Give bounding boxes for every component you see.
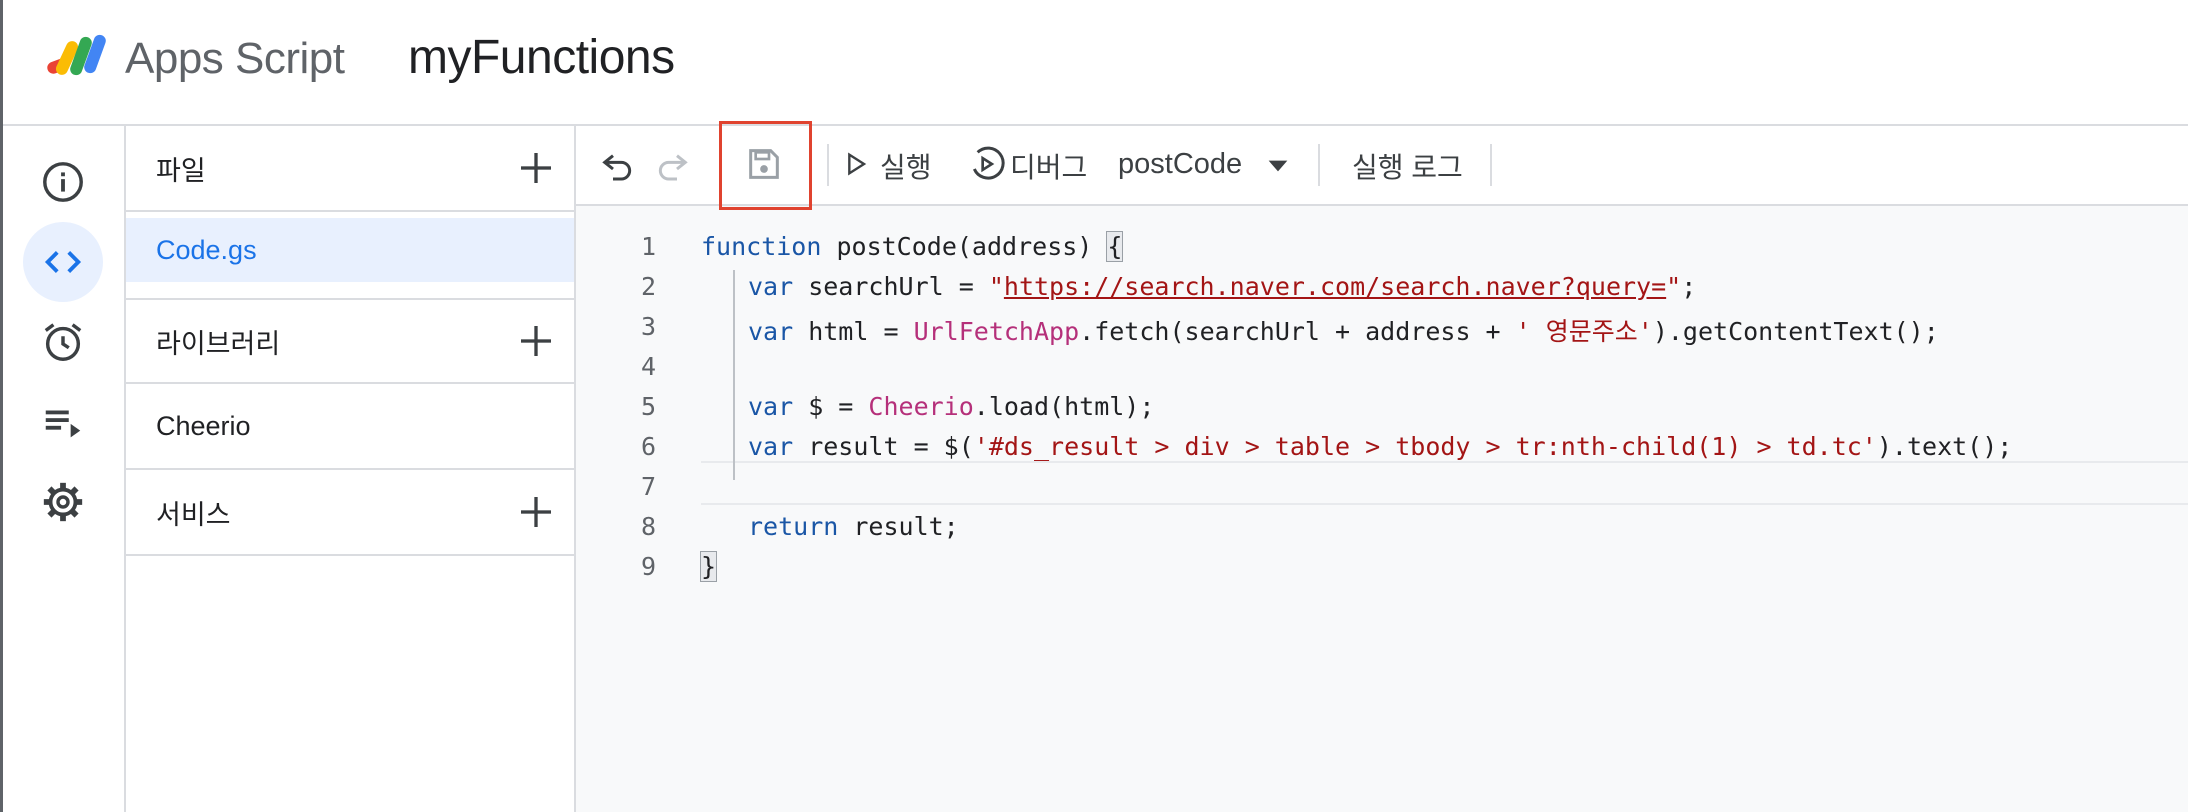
app-header: Apps Script myFunctions xyxy=(3,0,2188,126)
code-token: var xyxy=(748,317,794,346)
toolbar-divider xyxy=(1318,144,1320,186)
code-token: var xyxy=(748,392,794,421)
line-number: 1 xyxy=(640,232,656,261)
dropdown-arrow-icon[interactable] xyxy=(1262,146,1294,186)
info-icon xyxy=(43,162,83,202)
code-token: ' 영문주소' xyxy=(1515,317,1653,346)
code-area[interactable]: 1 2 3 4 5 6 7 8 9 function postCode(addr… xyxy=(576,206,2188,812)
code-token: var xyxy=(748,432,794,461)
debug-icon[interactable] xyxy=(966,144,1006,184)
code-token: ; xyxy=(1681,272,1697,301)
code-token: ).text(); xyxy=(1876,432,2013,461)
libraries-section-header: 라이브러리 xyxy=(126,298,574,384)
code-line: var searchUrl = "https://search.naver.co… xyxy=(748,272,1696,301)
add-library-icon[interactable] xyxy=(516,321,556,361)
indent-guide xyxy=(733,270,735,480)
add-file-icon[interactable] xyxy=(516,148,556,188)
code-line: var html = UrlFetchApp.fetch(searchUrl +… xyxy=(748,312,1939,348)
settings-button[interactable] xyxy=(23,462,103,542)
line-number: 8 xyxy=(640,512,656,541)
gear-icon xyxy=(43,482,83,522)
services-label: 서비스 xyxy=(156,499,231,530)
nav-rail xyxy=(3,126,126,812)
triggers-button[interactable] xyxy=(23,302,103,382)
code-token: searchUrl = xyxy=(793,272,989,301)
files-panel: 파일 Code.gs 라이브러리 Cheerio 서비스 xyxy=(126,126,576,812)
alarm-clock-icon xyxy=(44,323,82,361)
services-section-header: 서비스 xyxy=(126,470,574,556)
code-token: .fetch(searchUrl + address + xyxy=(1079,317,1516,346)
code-line: var $ = Cheerio.load(html); xyxy=(748,392,1154,421)
current-line-highlight xyxy=(701,461,2188,505)
execution-log-button[interactable]: 실행 로그 xyxy=(1352,146,1463,186)
executions-button[interactable] xyxy=(23,382,103,462)
debug-button[interactable]: 디버그 xyxy=(1010,146,1087,186)
code-token: function xyxy=(701,232,822,261)
function-select[interactable]: postCode xyxy=(1118,148,1242,181)
editor-button[interactable] xyxy=(23,222,103,302)
libraries-label: 라이브러리 xyxy=(156,328,281,359)
line-number: 9 xyxy=(640,552,656,581)
code-token: html = xyxy=(793,317,914,346)
line-number: 2 xyxy=(640,272,656,301)
line-number: 3 xyxy=(640,312,656,341)
code-token: result = $( xyxy=(793,432,974,461)
code-line: function postCode(address) { xyxy=(701,231,1124,262)
redo-icon[interactable] xyxy=(652,144,692,184)
apps-script-logo[interactable] xyxy=(45,32,115,86)
files-section-header: 파일 xyxy=(126,126,574,212)
code-token: .load(html); xyxy=(973,392,1155,421)
toolbar-divider xyxy=(827,144,829,186)
code-editor: 실행 디버그 postCode 실행 로그 1 2 3 4 5 6 7 8 9 … xyxy=(576,121,2188,812)
code-line: var result = $('#ds_result > div > table… xyxy=(748,432,2012,461)
code-token: result; xyxy=(838,512,959,541)
file-item-code-gs[interactable]: Code.gs xyxy=(126,218,574,282)
code-token: return xyxy=(748,512,839,541)
line-number: 6 xyxy=(640,432,656,461)
line-number: 7 xyxy=(640,472,656,501)
code-icon xyxy=(44,251,82,273)
code-token: UrlFetchApp xyxy=(913,317,1080,346)
code-token: Cheerio xyxy=(868,392,974,421)
line-number: 4 xyxy=(640,352,656,381)
files-label: 파일 xyxy=(156,155,206,186)
code-token: $ = xyxy=(793,392,869,421)
file-name: Code.gs xyxy=(156,234,257,265)
toolbar-divider xyxy=(1490,144,1492,186)
add-service-icon[interactable] xyxy=(516,492,556,532)
line-number: 5 xyxy=(640,392,656,421)
undo-icon[interactable] xyxy=(598,144,638,184)
code-line: return result; xyxy=(748,512,959,541)
code-token: " xyxy=(1666,272,1682,301)
app-name: Apps Script xyxy=(125,34,345,83)
save-highlight-box xyxy=(719,121,812,210)
library-name: Cheerio xyxy=(156,410,251,441)
code-token: { xyxy=(1106,231,1124,262)
run-icon[interactable] xyxy=(840,144,872,184)
code-line: } xyxy=(699,551,718,582)
code-token: ).getContentText(); xyxy=(1652,317,1939,346)
code-token: } xyxy=(699,551,718,582)
code-token: " xyxy=(988,272,1004,301)
library-item-cheerio[interactable]: Cheerio xyxy=(126,384,574,470)
overview-button[interactable] xyxy=(23,142,103,222)
code-token: '#ds_result > div > table > tbody > tr:n… xyxy=(973,432,1877,461)
code-token: postCode(address) xyxy=(821,232,1108,261)
playlist-run-icon xyxy=(45,410,81,438)
run-button[interactable]: 실행 xyxy=(880,146,932,186)
code-url[interactable]: https://search.naver.com/search.naver?qu… xyxy=(1004,272,1666,301)
editor-toolbar: 실행 디버그 postCode 실행 로그 xyxy=(576,121,2188,210)
code-token: var xyxy=(748,272,794,301)
project-title[interactable]: myFunctions xyxy=(408,30,675,85)
